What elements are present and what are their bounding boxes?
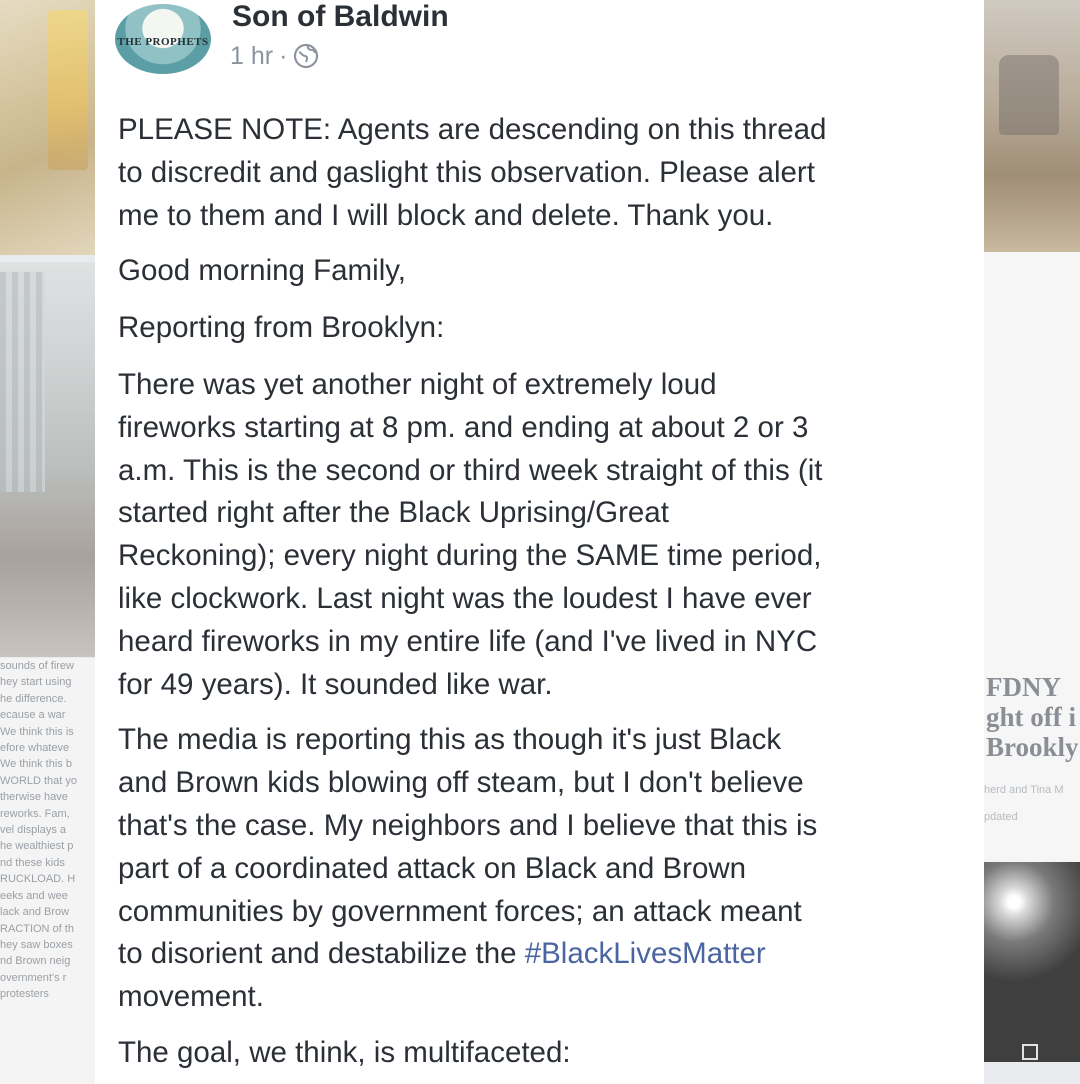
text-line: that's the case. My neighbors and I beli… (118, 808, 818, 842)
text-line: PLEASE NOTE: Agents are descending on th… (118, 113, 827, 146)
background-text-line: ecause a war (0, 709, 66, 722)
background-news-card-right: FDNY ght off i Brookly herd and Tina M pdat… (984, 252, 1080, 862)
background-text-line: hey saw boxes (0, 938, 73, 951)
news-headline-line: Brookly (986, 732, 1079, 762)
text-line: There was yet another night of extremely… (118, 367, 717, 401)
text-line: me to them and I will block and delete. … (118, 198, 774, 232)
text-fragment: to disorient and destabilize the (118, 937, 525, 971)
background-text-line: reworks. Fam, (0, 807, 70, 820)
text-line: Good morning Family, (118, 254, 406, 288)
post-paragraph-fireworks: There was yet another night of extremely… (118, 364, 968, 706)
background-text-line: therwise have (0, 791, 68, 804)
post-body: PLEASE NOTE: Agents are descending on th… (118, 109, 968, 1075)
text-line: communities by government forces; an att… (118, 894, 802, 928)
text-line: started right after the Black Uprising/G… (118, 496, 669, 530)
news-headline-line: ght off i (986, 702, 1076, 732)
globe-icon[interactable] (293, 43, 319, 69)
background-text-line: We think this is (0, 725, 74, 738)
background-text-line: RACTION of th (0, 922, 74, 935)
news-meta-line: herd and Tina M (984, 784, 1064, 796)
background-text-line: sounds of firew (0, 660, 74, 672)
background-text-line: efore whateve (0, 742, 70, 755)
background-text-line: he difference. (0, 692, 67, 705)
post-paragraph-media: The media is reporting this as though it… (118, 719, 968, 1019)
post-author-name[interactable]: Son of Baldwin (232, 0, 449, 35)
avatar[interactable]: THE PROPHETS (115, 4, 211, 74)
post-card: THE PROPHETS Son of Baldwin 1 hr · PLEAS… (95, 0, 984, 1084)
text-line: for 49 years). It sounded like war. (118, 667, 553, 701)
text-line: and Brown kids blowing off steam, but I … (118, 766, 804, 800)
background-text-line: eeks and wee (0, 889, 68, 902)
text-line: fireworks starting at 8 pm. and ending a… (118, 410, 809, 444)
text-line: to discredit and gaslight this observati… (118, 155, 815, 189)
background-photo-right-top (984, 0, 1080, 252)
post-paragraph-location: Reporting from Brooklyn: (118, 307, 968, 350)
background-text-line: hey start using (0, 676, 72, 689)
text-line: Reckoning); every night during the SAME … (118, 539, 822, 573)
post-paragraph-note: PLEASE NOTE: Agents are descending on th… (118, 109, 968, 237)
text-line: The media is reporting this as though it… (118, 723, 782, 757)
post-paragraph-greeting: Good morning Family, (118, 250, 968, 293)
news-headline-line: FDNY (986, 672, 1061, 702)
background-text-line: he wealthiest p (0, 840, 74, 853)
hashtag-link[interactable]: #BlackLivesMatter (525, 937, 766, 970)
text-line: a.m. This is the second or third week st… (118, 453, 823, 487)
background-text-line: overnment's r (0, 971, 67, 984)
avatar-label: THE PROPHETS (117, 36, 209, 48)
post-paragraph-goal: The goal, we think, is multifaceted: (118, 1032, 968, 1075)
post-meta: 1 hr · (230, 41, 319, 71)
text-line: Reporting from Brooklyn: (118, 311, 445, 345)
news-meta: herd and Tina M pdated (984, 777, 1064, 831)
text-line: to disorient and destabilize the #BlackL… (118, 933, 968, 976)
background-text-line: RUCKLOAD. H (0, 873, 76, 886)
background-text-line: WORLD that yo (0, 774, 78, 787)
background-text-line: lack and Brow (0, 906, 70, 919)
expand-icon (1022, 1044, 1038, 1060)
background-photo-left-middle (0, 262, 95, 657)
background-text-line: We think this b (0, 758, 72, 771)
background-text-line: nd Brown neig (0, 955, 71, 968)
background-photo-left-top (0, 0, 95, 255)
text-line: part of a coordinated attack on Black an… (118, 851, 747, 885)
background-text-line: vel displays a (0, 824, 67, 837)
background-photo-right-bottom (984, 862, 1080, 1062)
text-line: The goal, we think, is multifaceted: (118, 1035, 571, 1069)
post-timestamp[interactable]: 1 hr (230, 41, 273, 71)
news-meta-line: pdated (984, 811, 1018, 823)
text-line: movement. (118, 980, 264, 1014)
background-text-line: nd these kids (0, 856, 65, 869)
background-article-text-left: sounds of firew hey start using he differe… (0, 658, 95, 1084)
background-text-line: protesters (0, 988, 49, 1001)
news-headline: FDNY ght off i Brookly (986, 672, 1079, 762)
meta-separator: · (279, 42, 288, 70)
text-line: like clockwork. Last night was the loude… (118, 581, 812, 615)
text-line: heard fireworks in my entire life (and I… (118, 624, 818, 658)
